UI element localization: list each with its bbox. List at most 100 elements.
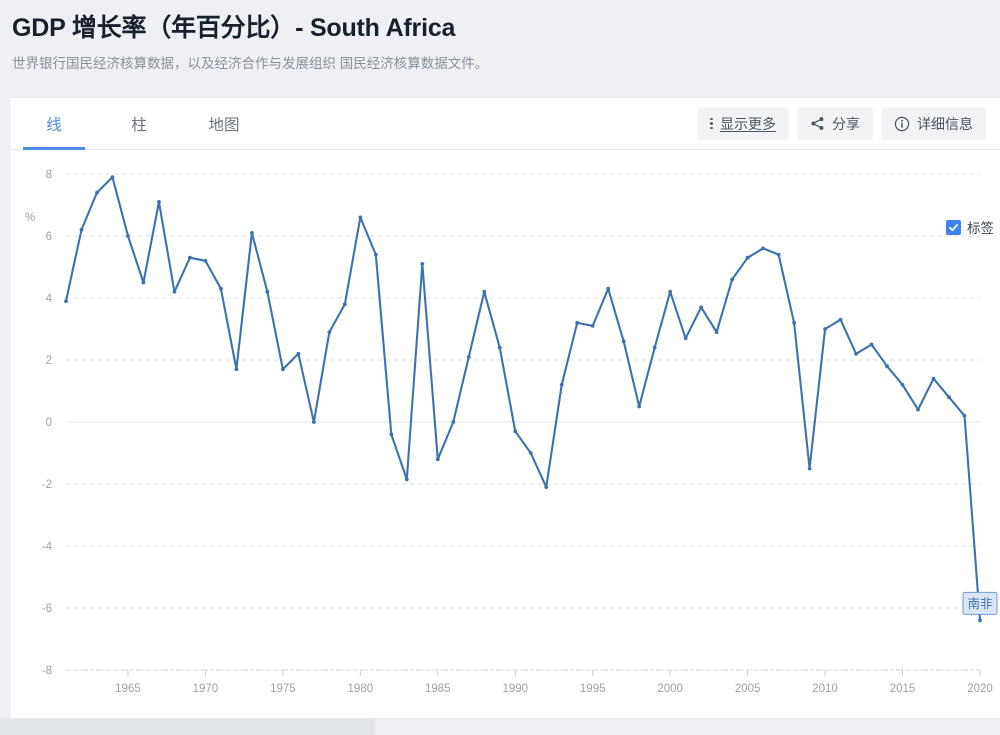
share-icon — [810, 116, 825, 131]
data-point — [250, 231, 254, 235]
data-point — [203, 258, 208, 263]
data-point — [79, 227, 84, 232]
x-axis-tick-label: 2005 — [735, 683, 761, 695]
series-line — [64, 176, 982, 622]
tab-bar: 线 柱 地图 显示更多 分享 详细信息 — [10, 98, 1000, 150]
data-point — [714, 330, 719, 334]
data-point — [900, 382, 905, 387]
tab-bar-chart-label: 柱 — [131, 116, 147, 134]
data-point — [544, 485, 549, 489]
x-axis-tick-label: 1985 — [425, 683, 451, 695]
x-axis-tick-label: 2015 — [890, 683, 916, 695]
data-point — [559, 382, 564, 387]
data-point — [373, 252, 378, 257]
y-axis-unit: % — [25, 212, 36, 224]
data-point — [219, 286, 223, 291]
x-axis-tick-label: 1995 — [580, 683, 606, 695]
data-point — [234, 367, 239, 372]
data-point — [513, 429, 518, 434]
tab-line[interactable]: 线 — [23, 98, 85, 150]
data-point — [590, 324, 595, 328]
y-axis-tick-label: 8 — [46, 169, 52, 181]
details-button[interactable]: 详细信息 — [881, 107, 986, 140]
data-point — [699, 305, 704, 310]
y-axis-tick-label: -2 — [42, 479, 52, 491]
x-axis-tick-label: 2020 — [967, 683, 993, 695]
vertical-dots-icon — [710, 117, 713, 131]
data-point — [265, 289, 270, 294]
y-axis-tick-label: 4 — [46, 293, 53, 305]
tab-list: 线 柱 地图 — [10, 98, 287, 150]
data-point — [652, 345, 657, 350]
data-point — [823, 327, 827, 331]
info-circle-icon — [894, 116, 910, 132]
data-point — [280, 367, 285, 372]
x-axis-tick-label: 1980 — [348, 683, 374, 695]
data-point — [869, 342, 874, 347]
data-point — [838, 317, 843, 322]
x-axis-tick-label: 2010 — [812, 683, 838, 695]
data-point — [482, 289, 487, 294]
data-point — [157, 200, 161, 204]
data-point — [947, 395, 951, 400]
x-axis-tick-label: 1975 — [270, 683, 296, 695]
data-point — [64, 299, 68, 303]
data-point — [497, 345, 502, 350]
y-axis-tick-label: 6 — [46, 231, 52, 243]
data-point — [730, 277, 735, 282]
data-point — [792, 320, 796, 325]
data-point — [389, 432, 394, 437]
x-axis-tick-label: 2000 — [657, 683, 683, 695]
x-axis-tick-label: 1970 — [193, 683, 219, 695]
tab-line-label: 线 — [46, 116, 62, 134]
line-chart-svg[interactable]: 8 6 4 2 0 -2 -4 -6 -8 1965 1970 1975 1980 1985 1990 199… — [10, 150, 1000, 718]
share-button[interactable]: 分享 — [797, 107, 873, 140]
page-subtitle: 世界银行国民经济核算数据，以及经济合作与发展组织 国民经济核算数据文件。 — [12, 56, 489, 72]
labels-checkbox[interactable] — [946, 219, 961, 235]
show-more-button[interactable]: 显示更多 — [697, 107, 789, 140]
data-point — [110, 175, 115, 179]
chart-card: 线 柱 地图 显示更多 分享 详细信息 % 标签 8 6 4 2 0 -2 -4… — [10, 98, 1000, 718]
page-title: GDP 增长率（年百分比）- South Africa — [12, 14, 456, 42]
labels-checkbox-label: 标签 — [967, 221, 994, 236]
y-axis-tick-label: -6 — [42, 603, 52, 615]
data-point — [342, 302, 347, 307]
data-point — [962, 413, 967, 418]
details-label: 详细信息 — [917, 115, 973, 132]
y-axis-tick-label: 0 — [46, 417, 52, 429]
page-header: GDP 增长率（年百分比）- South Africa 世界银行国民经济核算数据… — [0, 0, 1000, 73]
data-point — [126, 234, 130, 238]
x-axis-tick-label: 1990 — [502, 683, 528, 695]
y-axis-tick-label: -4 — [42, 541, 53, 553]
data-point — [95, 190, 99, 195]
data-point — [327, 330, 332, 334]
data-point — [761, 246, 766, 251]
bottom-scroll-strip — [0, 718, 375, 735]
chart-toolbar: 显示更多 分享 详细信息 — [697, 107, 986, 140]
data-point — [311, 420, 316, 424]
page-root: GDP 增长率（年百分比）- South Africa 世界银行国民经济核算数据… — [0, 0, 1000, 735]
data-point — [466, 355, 471, 359]
data-point — [621, 339, 626, 344]
y-axis-tick-label: -8 — [42, 665, 52, 677]
data-point — [776, 252, 781, 257]
data-point — [528, 451, 533, 455]
data-point — [931, 376, 936, 381]
data-point — [745, 255, 750, 260]
show-more-label: 显示更多 — [720, 115, 776, 132]
y-axis-tick-label: 2 — [46, 355, 52, 367]
tab-map[interactable]: 地图 — [202, 98, 246, 149]
data-point — [141, 280, 146, 285]
data-point — [172, 289, 177, 294]
data-point — [637, 404, 642, 409]
data-point — [978, 618, 982, 623]
labels-toggle[interactable]: 标签 — [946, 217, 994, 237]
data-point — [885, 364, 889, 369]
series-end-label-text: 南非 — [967, 596, 992, 611]
data-point — [358, 215, 363, 220]
tab-bar-chart[interactable]: 柱 — [117, 98, 161, 149]
data-point — [606, 286, 611, 291]
data-point — [435, 457, 440, 462]
share-label: 分享 — [832, 115, 860, 132]
data-point — [683, 336, 688, 341]
